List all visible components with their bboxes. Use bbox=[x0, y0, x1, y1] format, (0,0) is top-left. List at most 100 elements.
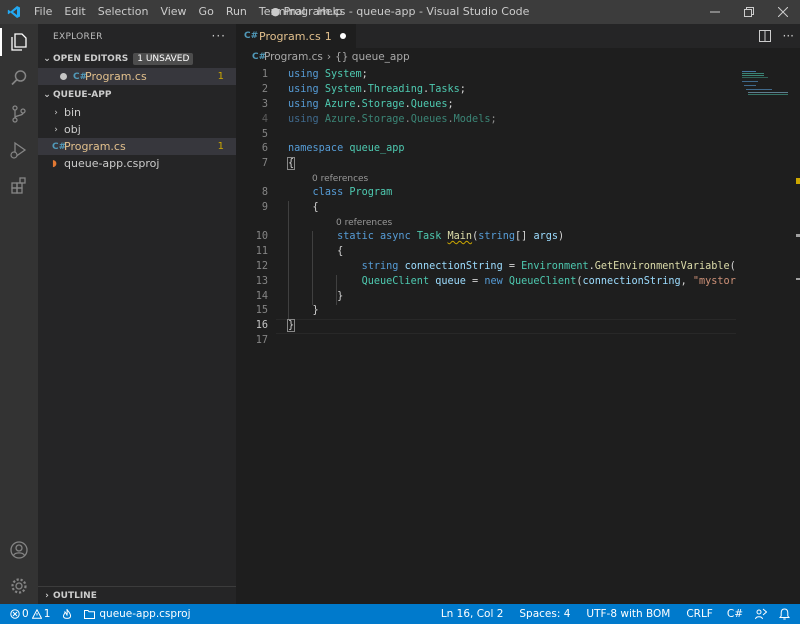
line-number: 1 bbox=[261, 69, 268, 80]
folder-icon bbox=[84, 610, 96, 619]
minimize-button[interactable] bbox=[698, 0, 732, 24]
feedback-icon bbox=[755, 608, 767, 620]
code-editor[interactable]: 1 using System; 2 using System.Threading.T… bbox=[236, 68, 736, 604]
menu-file[interactable]: File bbox=[28, 0, 58, 24]
breadcrumb-file[interactable]: Program.cs bbox=[264, 51, 323, 63]
chevron-right-icon: › bbox=[45, 590, 49, 601]
line-number: 7 bbox=[261, 158, 268, 169]
minimize-icon bbox=[710, 11, 720, 13]
menu-help[interactable]: Help bbox=[311, 0, 348, 24]
rss-file-icon: ◗ bbox=[52, 158, 57, 169]
run-debug-icon bbox=[10, 141, 27, 159]
files-icon bbox=[11, 33, 27, 51]
code-line: 5 bbox=[236, 128, 736, 143]
more-actions-icon[interactable]: ··· bbox=[783, 29, 794, 43]
code-line: 2 using System.Threading.Tasks; bbox=[236, 83, 736, 98]
title-bar: File Edit Selection View Go Run Terminal… bbox=[0, 0, 800, 24]
tree-item-obj[interactable]: › obj bbox=[38, 121, 236, 138]
feedback-button[interactable] bbox=[749, 604, 773, 624]
code-line: 3 using Azure.Storage.Queues; bbox=[236, 98, 736, 113]
line-number: 15 bbox=[255, 305, 268, 316]
bell-icon bbox=[779, 608, 790, 620]
menu-view[interactable]: View bbox=[154, 0, 192, 24]
tree-item-csproj[interactable]: ◗ queue-app.csproj bbox=[38, 155, 236, 172]
cursor-position[interactable]: Ln 16, Col 2 bbox=[433, 604, 512, 624]
tree-item-bin[interactable]: › bin bbox=[38, 104, 236, 121]
tree-item-label: obj bbox=[64, 123, 81, 136]
editor-area: C# Program.cs 1 ··· C# Program.cs › {} q… bbox=[236, 24, 800, 604]
minimap-preview bbox=[742, 71, 788, 95]
breadcrumb-symbol[interactable]: {} queue_app bbox=[335, 51, 410, 63]
end-of-line[interactable]: CRLF bbox=[678, 604, 721, 624]
notifications-button[interactable] bbox=[773, 604, 800, 624]
breadcrumb: C# Program.cs › {} queue_app bbox=[236, 48, 800, 65]
code-line: 11 { bbox=[236, 245, 736, 260]
unsaved-dot-icon[interactable] bbox=[339, 33, 346, 39]
menu-bar: File Edit Selection View Go Run Terminal… bbox=[28, 0, 348, 24]
outline-header[interactable]: › OUTLINE bbox=[38, 586, 236, 604]
tree-item-label: Program.cs bbox=[64, 140, 126, 153]
line-number: 4 bbox=[261, 114, 268, 125]
project-selector[interactable]: queue-app.csproj bbox=[78, 604, 196, 624]
scrollbar-warning-marker bbox=[796, 178, 800, 184]
tab-program-cs[interactable]: C# Program.cs 1 bbox=[236, 24, 356, 48]
code-lens-references[interactable]: 0 references bbox=[336, 216, 392, 230]
menu-go[interactable]: Go bbox=[193, 0, 220, 24]
search-button[interactable] bbox=[0, 60, 38, 96]
line-number: 11 bbox=[255, 246, 268, 257]
explorer-title: EXPLORER ··· bbox=[38, 24, 236, 50]
project-name: queue-app.csproj bbox=[99, 608, 191, 620]
chevron-down-icon: ⌄ bbox=[43, 90, 51, 100]
chevron-right-icon: › bbox=[54, 107, 58, 118]
code-line: 4 using Azure.Storage.Queues.Models; bbox=[236, 113, 736, 128]
menu-terminal[interactable]: Terminal bbox=[253, 0, 312, 24]
tab-bar: C# Program.cs 1 ··· bbox=[236, 24, 800, 48]
flame-button[interactable] bbox=[56, 604, 78, 624]
problems-indicator[interactable]: 0 1 bbox=[0, 604, 56, 624]
code-line: 10 static async Task Main(string[] args) bbox=[236, 230, 736, 245]
line-number: 14 bbox=[255, 291, 268, 302]
language-mode[interactable]: C# bbox=[721, 604, 749, 624]
breadcrumb-separator-icon: › bbox=[326, 50, 332, 63]
code-lens-references[interactable]: 0 references bbox=[312, 172, 368, 186]
code-line: 6 namespace queue_app bbox=[236, 142, 736, 157]
close-button[interactable] bbox=[766, 0, 800, 24]
window-controls bbox=[698, 0, 800, 24]
explorer-button[interactable] bbox=[0, 24, 38, 60]
manage-button[interactable] bbox=[0, 568, 38, 604]
code-line: 12 string connectionString = Environment… bbox=[236, 260, 736, 275]
encoding[interactable]: UTF-8 with BOM bbox=[578, 604, 678, 624]
source-control-icon bbox=[12, 105, 26, 123]
menu-run[interactable]: Run bbox=[220, 0, 253, 24]
code-line: 8 class Program bbox=[236, 186, 736, 201]
scrollbar-cursor-marker bbox=[796, 234, 800, 237]
menu-selection[interactable]: Selection bbox=[92, 0, 155, 24]
source-control-button[interactable] bbox=[0, 96, 38, 132]
folder-label: QUEUE-APP bbox=[53, 90, 112, 100]
problem-count: 1 bbox=[217, 141, 224, 152]
error-icon bbox=[10, 609, 20, 619]
tree-item-program-cs[interactable]: C# Program.cs 1 bbox=[38, 138, 236, 155]
close-icon bbox=[778, 7, 788, 17]
tab-label: Program.cs bbox=[259, 29, 321, 43]
manage-gear-icon bbox=[11, 578, 27, 594]
open-editor-item[interactable]: C# Program.cs 1 bbox=[38, 68, 236, 85]
indentation[interactable]: Spaces: 4 bbox=[511, 604, 578, 624]
code-line: 13 QueueClient queue = new QueueClient(c… bbox=[236, 275, 736, 290]
open-editors-header[interactable]: ⌄ OPEN EDITORS 1 UNSAVED bbox=[38, 50, 236, 68]
problem-count: 1 bbox=[217, 71, 224, 82]
split-editor-icon[interactable] bbox=[758, 30, 771, 42]
unsaved-dot-icon[interactable] bbox=[60, 73, 67, 80]
restore-button[interactable] bbox=[732, 0, 766, 24]
more-actions-icon[interactable]: ··· bbox=[212, 29, 226, 43]
menu-edit[interactable]: Edit bbox=[58, 0, 91, 24]
code-line: 7{ bbox=[236, 157, 736, 172]
extensions-button[interactable] bbox=[0, 168, 38, 204]
accounts-button[interactable] bbox=[0, 532, 38, 568]
tree-item-label: queue-app.csproj bbox=[64, 157, 160, 170]
minimap[interactable] bbox=[736, 68, 800, 604]
code-line-current: 16} bbox=[236, 319, 736, 334]
run-debug-button[interactable] bbox=[0, 132, 38, 168]
csharp-file-icon: C# bbox=[52, 141, 67, 152]
folder-header[interactable]: ⌄ QUEUE-APP bbox=[38, 86, 236, 104]
